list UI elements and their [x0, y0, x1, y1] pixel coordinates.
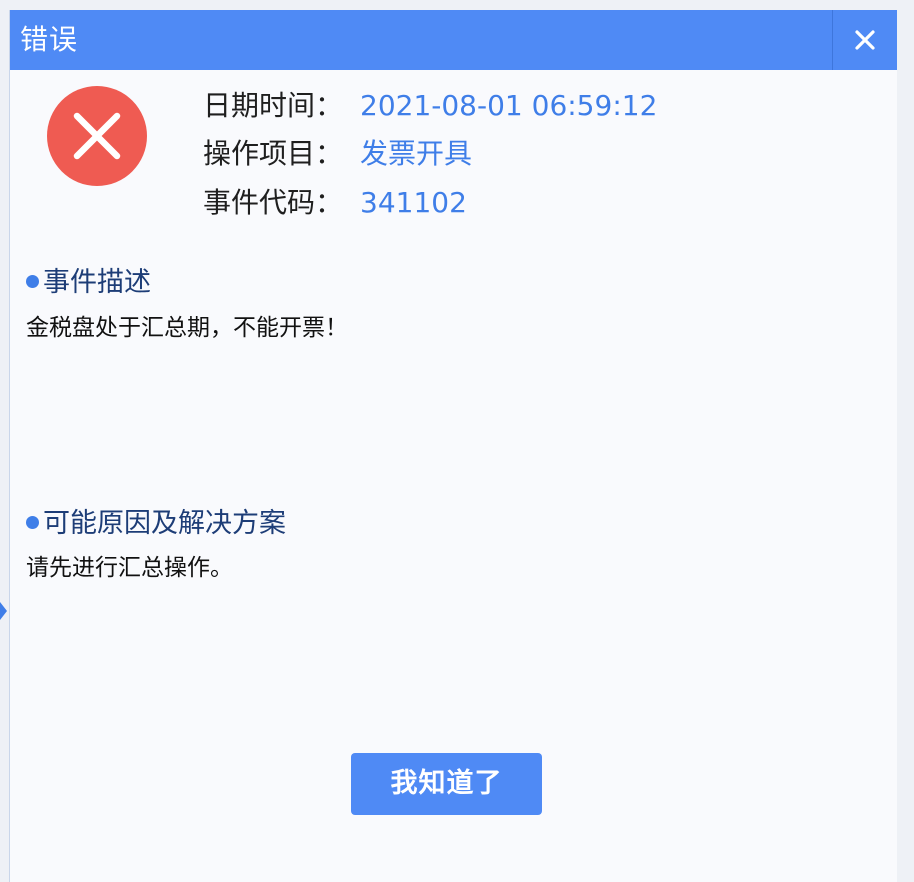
datetime-value: 2021-08-01 06:59:12: [360, 89, 658, 122]
datetime-row: 日期时间： 2021-08-01 06:59:12: [203, 86, 657, 126]
solution-heading: 可能原因及解决方案: [26, 506, 286, 542]
event-code-label: 事件代码：: [203, 186, 344, 219]
close-button[interactable]: [832, 10, 897, 70]
description-text: 金税盘处于汇总期，不能开票！: [26, 315, 348, 341]
dialog-title: 错误: [20, 23, 79, 56]
description-heading-text: 事件描述: [43, 267, 151, 298]
datetime-label: 日期时间：: [203, 89, 344, 122]
solution-heading-text: 可能原因及解决方案: [43, 508, 286, 539]
error-dialog: 错误 日期时间： 2021-08-01 06:59:12 操作项目： 发票开具 事件…: [9, 10, 914, 882]
operation-value: 发票开具: [360, 137, 473, 170]
bullet-dot-icon: [26, 516, 39, 529]
description-heading: 事件描述: [26, 265, 151, 301]
title-bar: 错误: [10, 10, 897, 70]
operation-label: 操作项目：: [203, 137, 344, 170]
side-handle-marker: [0, 602, 7, 620]
error-status-badge: [47, 86, 147, 186]
solution-text: 请先进行汇总操作。: [26, 555, 233, 581]
error-x-icon: [73, 112, 121, 160]
event-code-row: 事件代码： 341102: [203, 183, 467, 223]
acknowledge-button[interactable]: 我知道了: [351, 753, 542, 815]
close-icon: [855, 30, 875, 50]
event-code-value: 341102: [360, 186, 467, 219]
bullet-dot-icon: [26, 275, 39, 288]
operation-row: 操作项目： 发票开具: [203, 134, 472, 174]
window-right-edge: [897, 10, 914, 882]
